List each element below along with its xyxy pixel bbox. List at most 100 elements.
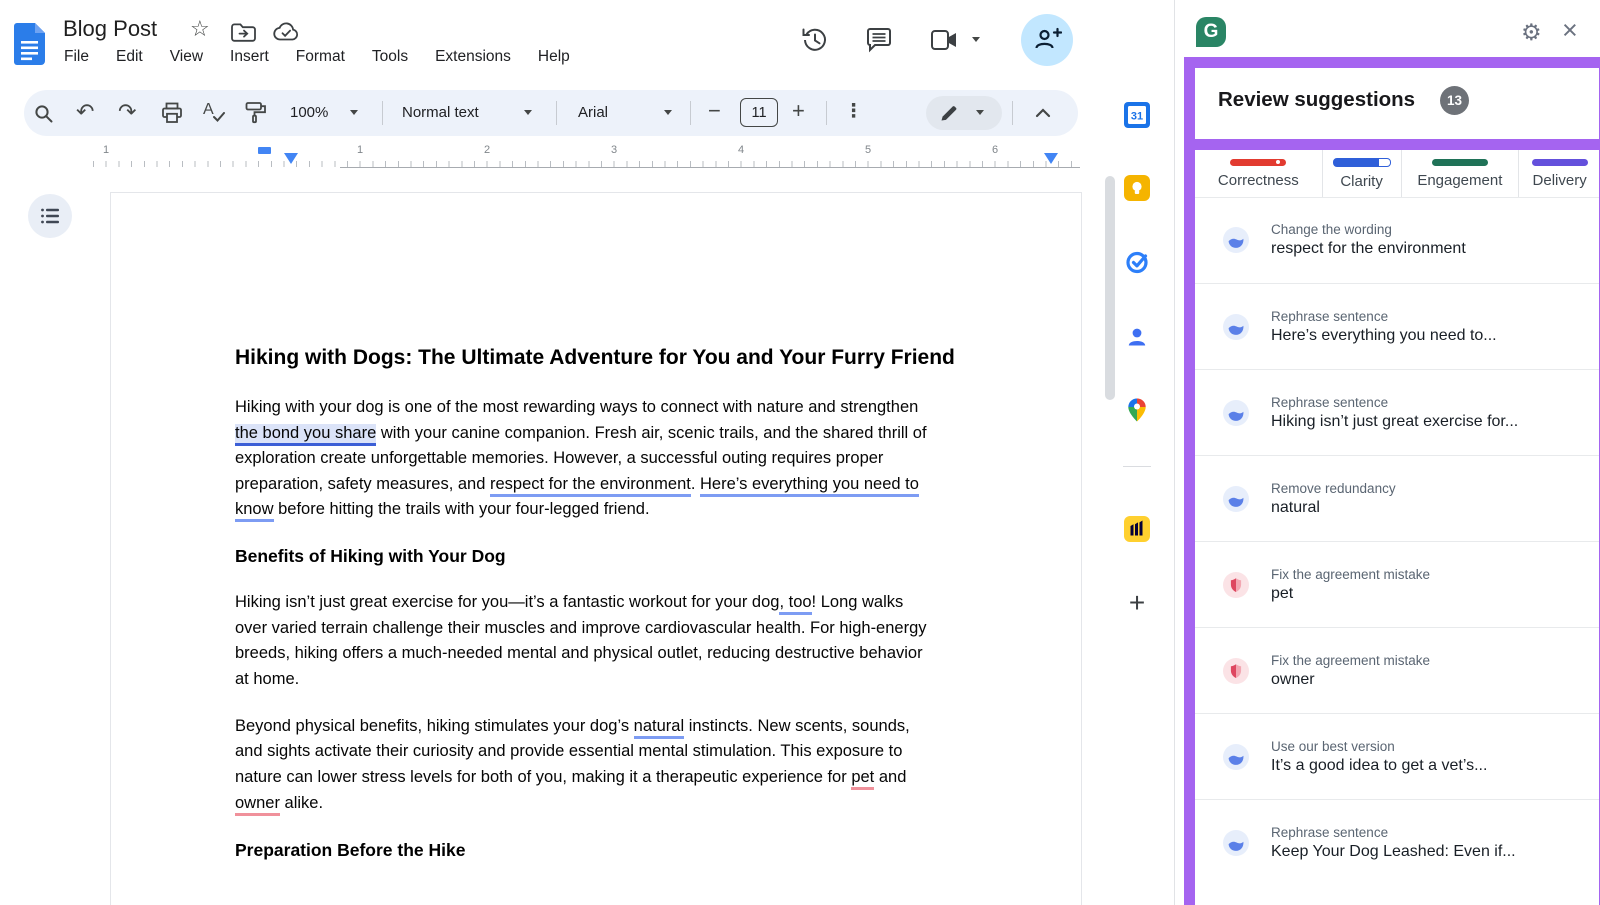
zoom-select[interactable]: 100%	[290, 104, 328, 121]
tab-clarity[interactable]: Clarity	[1323, 150, 1401, 197]
spellcheck-icon[interactable]: A	[202, 101, 226, 125]
tab-label: Clarity	[1340, 173, 1383, 190]
suggestion-item[interactable]: Use our best version It’s a good idea to …	[1195, 713, 1600, 799]
show-document-outline-button[interactable]	[28, 194, 72, 238]
menu-format[interactable]: Format	[296, 48, 345, 66]
star-icon[interactable]: ☆	[190, 18, 210, 40]
search-icon[interactable]	[32, 102, 55, 130]
suggestion-category: Use our best version	[1271, 739, 1487, 754]
ruler-number: 3	[611, 144, 617, 156]
menu-help[interactable]: Help	[538, 48, 570, 66]
tab-delivery[interactable]: Delivery	[1519, 150, 1600, 197]
tab-label: Correctness	[1218, 172, 1299, 189]
suggestion-item[interactable]: Rephrase sentenceKeep Your Dog Leashed: …	[1195, 799, 1600, 885]
first-line-indent-marker[interactable]	[258, 147, 271, 154]
decrease-font-size-button[interactable]: −	[708, 100, 721, 122]
suggestion-item[interactable]: Rephrase sentence Here’s everything you n…	[1195, 283, 1600, 369]
suggestion-text: pet	[1271, 585, 1430, 603]
comment-icon[interactable]	[864, 25, 894, 60]
menu-edit[interactable]: Edit	[116, 48, 143, 66]
tab-engagement[interactable]: Engagement	[1402, 150, 1519, 197]
keep-icon[interactable]	[1124, 175, 1150, 201]
doc-text: .	[691, 475, 700, 493]
outline-list-icon	[38, 204, 62, 228]
toolbar-separator	[1012, 101, 1013, 125]
maps-icon[interactable]	[1124, 397, 1150, 423]
suggestion-underline-red[interactable]: pet	[851, 768, 874, 790]
toolbar-separator	[556, 101, 557, 125]
font-caret-icon[interactable]	[664, 110, 672, 115]
document-title[interactable]: Blog Post	[63, 16, 157, 42]
miro-icon[interactable]	[1124, 516, 1150, 542]
more-options-kebab-icon[interactable]: ⋮	[844, 102, 863, 121]
doc-text: Hiking with your dog is one of the most …	[235, 398, 918, 416]
suggestion-item[interactable]: Fix the agreement mistake owner	[1195, 627, 1600, 713]
settings-gear-icon[interactable]: ⚙	[1521, 21, 1542, 44]
close-panel-icon[interactable]: ×	[1562, 17, 1578, 44]
font-family-select[interactable]: Arial	[578, 104, 608, 121]
suggestion-text: Here’s everything you need to...	[1271, 327, 1497, 345]
suggestion-category: Fix the agreement mistake	[1271, 653, 1430, 668]
meet-dropdown-caret-icon[interactable]	[972, 37, 980, 42]
print-icon[interactable]	[160, 101, 184, 130]
doc-block-para: Hiking isn’t just great exercise for you…	[235, 590, 1081, 692]
font-size-input[interactable]: 11	[740, 98, 778, 127]
document-page[interactable]: Hiking with Dogs: The Ultimate Adventure…	[110, 192, 1082, 905]
tab-correctness[interactable]: Correctness	[1195, 150, 1322, 197]
grammarly-logo-icon: G	[1196, 17, 1226, 47]
collapse-menus-chevron-icon[interactable]	[1032, 104, 1054, 125]
redo-icon[interactable]: ↷	[118, 101, 136, 123]
toolbar-separator	[690, 101, 691, 125]
move-to-folder-icon[interactable]	[230, 21, 256, 48]
menu-tools[interactable]: Tools	[372, 48, 408, 66]
suggestion-underline-red[interactable]: owner	[235, 794, 280, 816]
cloud-saved-icon[interactable]	[272, 21, 300, 47]
menu-extensions[interactable]: Extensions	[435, 48, 511, 66]
increase-font-size-button[interactable]: +	[792, 100, 805, 122]
add-icon[interactable]: +	[1124, 590, 1150, 616]
suggestion-item[interactable]: Remove redundancynatural	[1195, 455, 1600, 541]
suggestion-underline-blue[interactable]: , too	[779, 593, 811, 615]
doc-block-para: Beyond physical benefits, hiking stimula…	[235, 714, 1081, 816]
doc-text: before hitting the trails with your four…	[274, 500, 650, 518]
suggestion-underline-blue[interactable]: natural	[634, 717, 684, 739]
suggestion-item[interactable]: Fix the agreement mistakepet	[1195, 541, 1600, 627]
undo-icon[interactable]: ↶	[76, 101, 94, 123]
screen: Blog Post ☆ File Edit View Insert Format Tool…	[0, 0, 1600, 905]
share-button[interactable]	[1021, 14, 1073, 66]
tab-label: Delivery	[1533, 172, 1587, 189]
suggestion-category: Rephrase sentence	[1271, 309, 1497, 324]
version-history-icon[interactable]	[800, 25, 830, 60]
menu-insert[interactable]: Insert	[230, 48, 269, 66]
doc-text: Beyond physical benefits, hiking stimula…	[235, 717, 634, 735]
google-docs-logo-icon[interactable]	[14, 23, 45, 70]
suggestion-item[interactable]: Rephrase sentenceHiking isn’t just great…	[1195, 369, 1600, 455]
calendar-icon[interactable]: 31	[1124, 102, 1150, 128]
suggestion-item[interactable]: Change the wordingrespect for the enviro…	[1195, 197, 1600, 283]
ruler[interactable]: 1123456	[0, 142, 1095, 169]
left-indent-marker[interactable]	[284, 153, 298, 164]
editing-mode-caret-icon[interactable]	[976, 110, 984, 115]
meet-video-icon[interactable]	[930, 27, 960, 58]
suggestion-text: owner	[1271, 671, 1430, 689]
pencil-icon[interactable]	[938, 102, 960, 129]
suggestion-underline-blue[interactable]: respect for the environment	[490, 475, 691, 497]
paint-format-icon[interactable]	[244, 100, 268, 130]
suggestion-underline-hl[interactable]: the bond you share	[235, 424, 376, 446]
right-indent-marker[interactable]	[1044, 153, 1058, 164]
menu-view[interactable]: View	[170, 48, 203, 66]
zoom-caret-icon[interactable]	[350, 110, 358, 115]
clarity-suggestion-icon	[1223, 400, 1249, 426]
menu-file[interactable]: File	[64, 48, 89, 66]
rail-divider	[1123, 466, 1151, 467]
paragraph-style-select[interactable]: Normal text	[402, 104, 479, 121]
svg-text:31: 31	[1131, 111, 1143, 123]
document-scrollbar[interactable]	[1105, 176, 1115, 400]
person-add-icon	[1032, 25, 1062, 55]
style-caret-icon[interactable]	[524, 110, 532, 115]
doc-block-title: Hiking with Dogs: The Ultimate Adventure…	[235, 345, 1081, 371]
clarity-suggestion-icon	[1223, 227, 1249, 253]
contacts-icon[interactable]	[1124, 324, 1150, 350]
tasks-icon[interactable]	[1124, 249, 1150, 275]
suggestion-text: It’s a good idea to get a vet’s...	[1271, 757, 1487, 775]
